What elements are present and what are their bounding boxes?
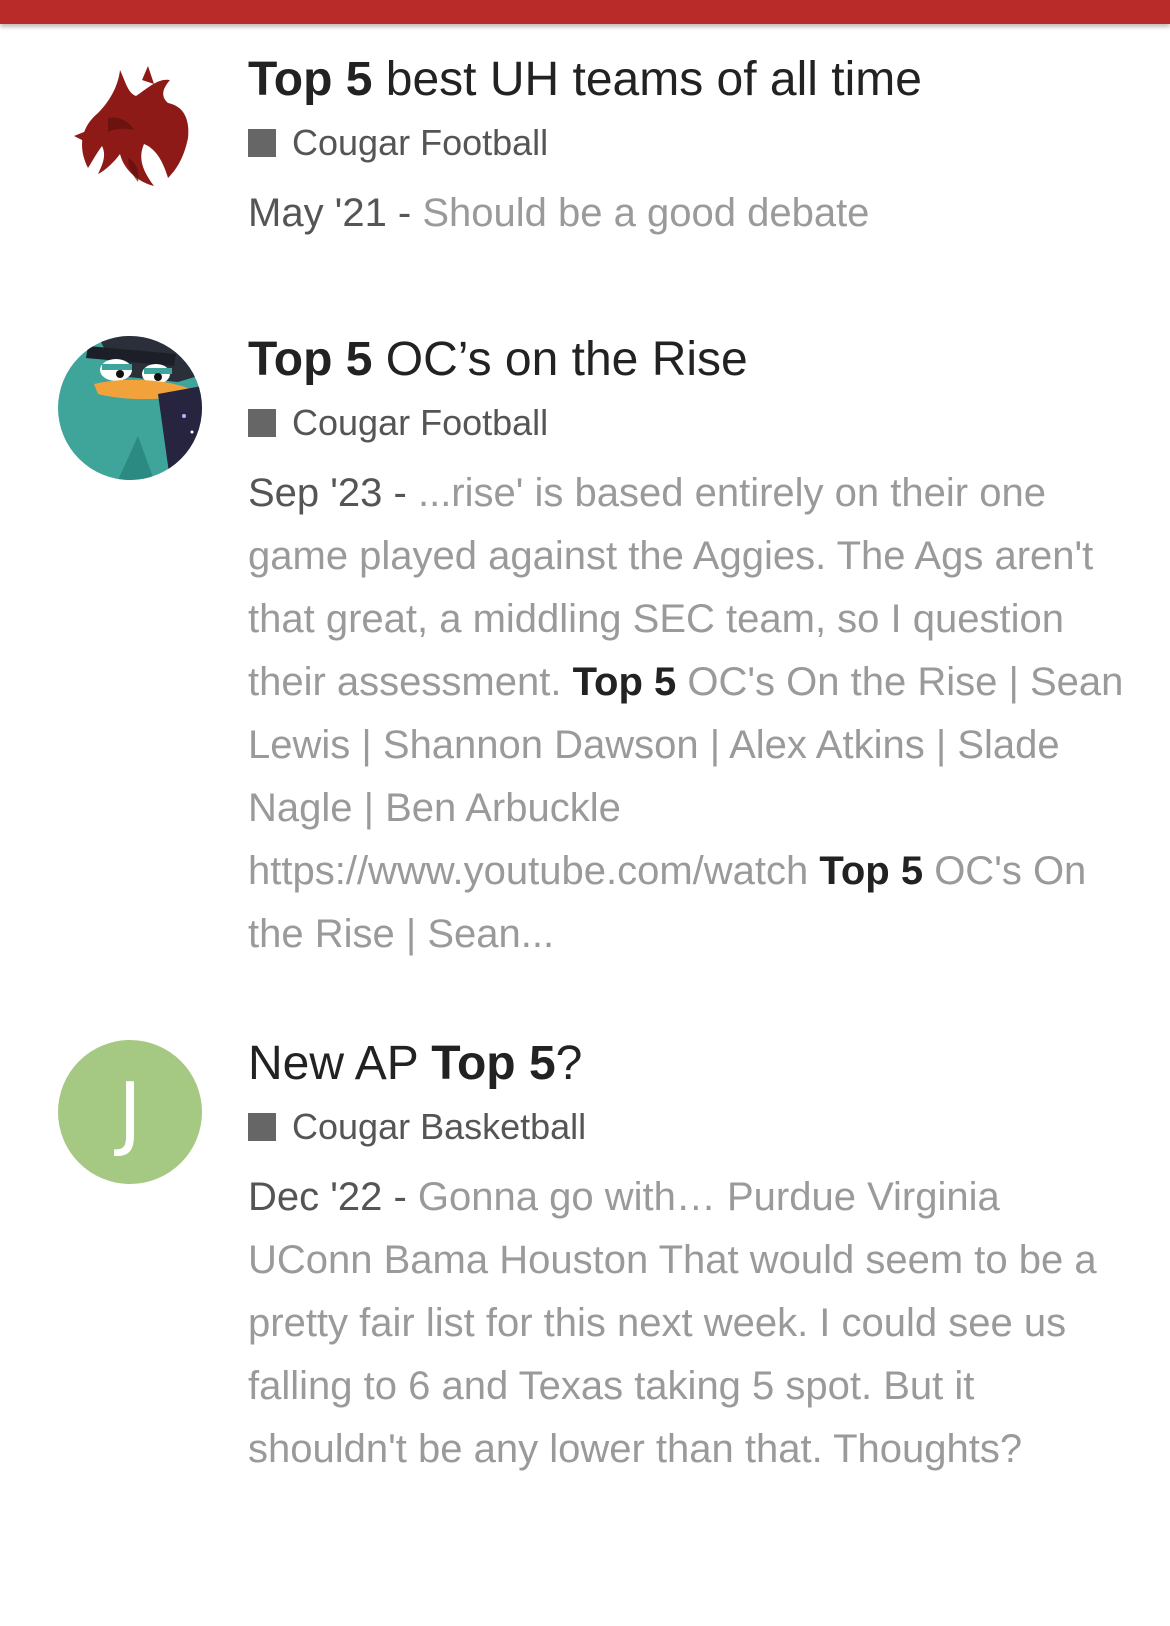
title-highlight: Top 5 <box>431 1037 556 1090</box>
blurb-highlight: Top 5 <box>819 849 924 893</box>
category-badge[interactable]: Cougar Football <box>248 118 1128 168</box>
red-dragon-avatar-icon[interactable] <box>58 58 202 202</box>
category-label: Cougar Basketball <box>292 1106 587 1147</box>
result-blurb: May '21 - Should be a good debate <box>248 182 1128 245</box>
title-text: New AP <box>248 1037 432 1090</box>
category-badge[interactable]: Cougar Football <box>248 398 1128 448</box>
category-square-icon <box>248 129 276 157</box>
result-blurb: Sep '23 - ...rise' is based entirely on … <box>248 462 1128 966</box>
result-date: Dec '22 - <box>248 1175 418 1219</box>
category-badge[interactable]: Cougar Basketball <box>248 1102 1128 1152</box>
result-blurb: Dec '22 - Gonna go with… Purdue Virginia… <box>248 1166 1128 1481</box>
result-date: Sep '23 - <box>248 471 418 515</box>
user-initial-avatar[interactable]: J <box>58 1040 202 1184</box>
category-label: Cougar Football <box>292 402 549 443</box>
title-highlight: Top 5 <box>248 53 373 106</box>
result-date: May '21 - <box>248 191 423 235</box>
category-square-icon <box>248 1113 276 1141</box>
title-text: best UH teams of all time <box>372 53 922 106</box>
title-highlight: Top 5 <box>248 333 373 386</box>
result-title[interactable]: Top 5 OC’s on the Rise <box>248 330 1128 390</box>
blurb-highlight: Top 5 <box>572 660 677 704</box>
category-square-icon <box>248 409 276 437</box>
platypus-agent-avatar-icon[interactable] <box>58 336 202 480</box>
top-bar <box>0 0 1170 24</box>
blurb-text: Gonna go with… Purdue Virginia UConn Bam… <box>248 1175 1097 1471</box>
title-text: OC’s on the Rise <box>372 333 748 386</box>
category-label: Cougar Football <box>292 122 549 163</box>
avatar-letter: J <box>118 1065 142 1159</box>
result-title[interactable]: New AP Top 5? <box>248 1034 1128 1094</box>
title-text: ? <box>555 1037 583 1090</box>
blurb-text: Should be a good debate <box>422 191 870 235</box>
result-title[interactable]: Top 5 best UH teams of all time <box>248 50 1128 110</box>
